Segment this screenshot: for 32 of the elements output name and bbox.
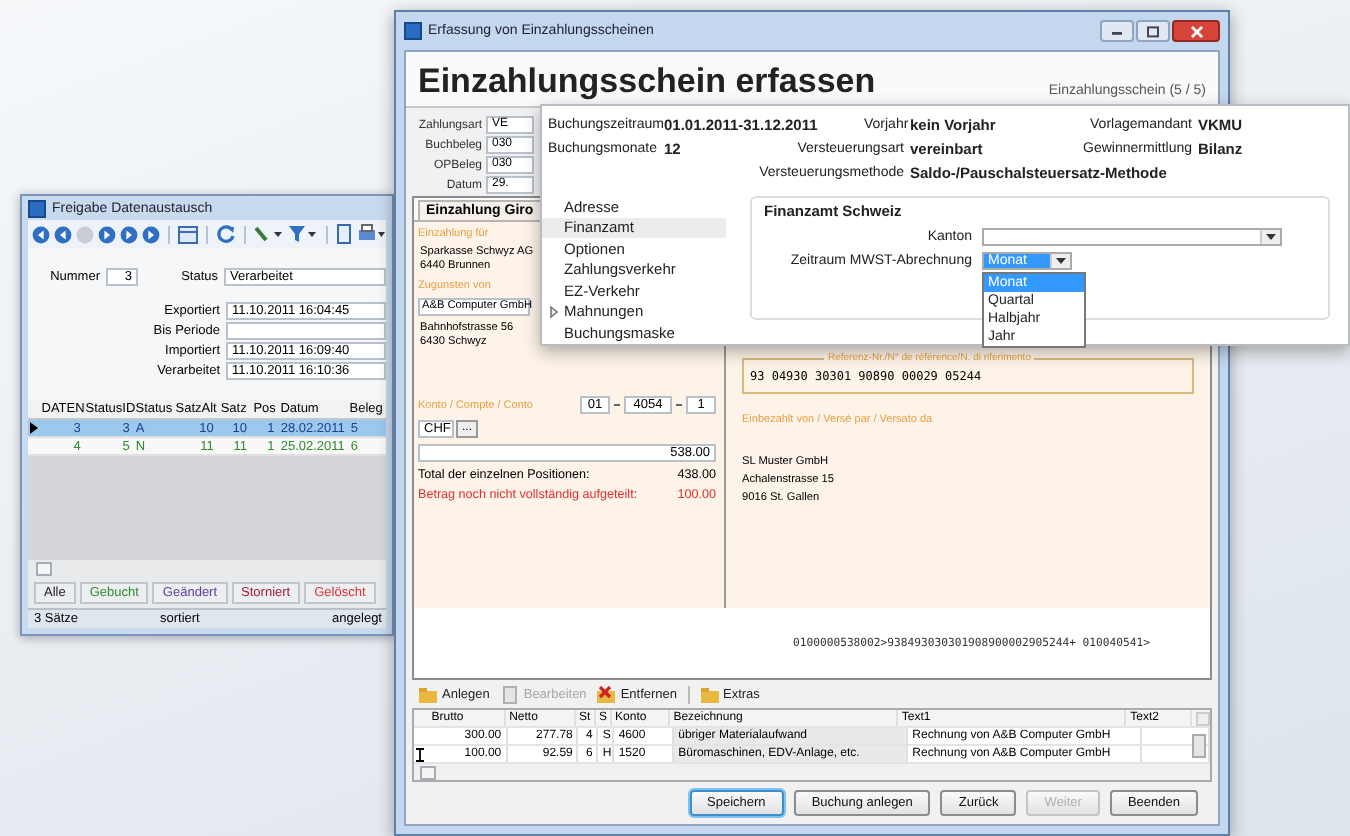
circle-arrow-icon[interactable] — [142, 225, 160, 243]
close-icon — [1189, 25, 1203, 37]
app-icon — [28, 199, 46, 217]
date-field[interactable] — [226, 322, 386, 340]
circle-arrow-icon[interactable] — [54, 225, 72, 243]
page-icon — [499, 686, 520, 704]
dropdown-arrow-icon — [1056, 258, 1066, 264]
dropdown-arrow-icon — [1266, 234, 1276, 240]
printer-dropdown-icon[interactable] — [358, 224, 386, 244]
scrollbar-thumb[interactable] — [1192, 734, 1206, 758]
circle-arrow-icon[interactable] — [120, 225, 138, 243]
minimize-icon — [1110, 26, 1124, 36]
maximize-button[interactable] — [1136, 20, 1170, 42]
filter-icon[interactable] — [288, 224, 318, 244]
minimize-button[interactable] — [1100, 20, 1134, 42]
close-button[interactable] — [1172, 20, 1220, 42]
tool-dropdown-icon[interactable] — [254, 224, 284, 244]
delete-icon — [596, 686, 617, 704]
maximize-icon — [1146, 25, 1160, 37]
app-icon — [404, 22, 422, 40]
circle-arrow-icon[interactable] — [32, 225, 50, 243]
text-cursor-icon — [416, 747, 425, 761]
expand-arrow-icon[interactable] — [549, 305, 557, 318]
folder-icon — [418, 686, 438, 704]
refresh-icon[interactable] — [216, 224, 236, 244]
page-heading: Einzahlungsschein erfassen — [418, 62, 876, 102]
separator-dash-icon — [614, 404, 620, 406]
table-icon[interactable] — [178, 225, 198, 243]
circle-arrow-icon[interactable] — [98, 225, 116, 243]
row-pointer-icon — [29, 422, 38, 434]
separator-dash-icon — [676, 404, 682, 406]
document-icon[interactable] — [336, 224, 354, 244]
